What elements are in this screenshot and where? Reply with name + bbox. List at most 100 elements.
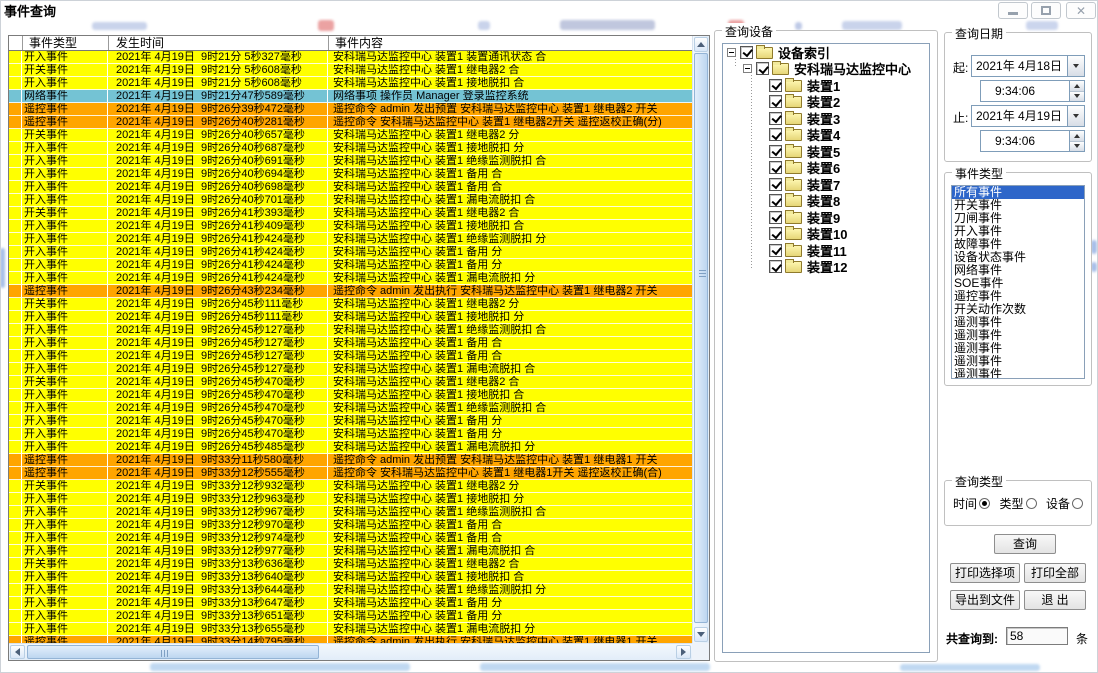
list-item-event-type[interactable]: 遥控事件 — [952, 290, 1084, 303]
table-row[interactable]: 开入事件2021年 4月19日 9时26分41秒409毫秒安科瑞马达监控中心 装… — [9, 220, 692, 233]
scroll-right-button[interactable] — [676, 645, 691, 659]
radio-button-icon[interactable] — [1026, 498, 1037, 509]
table-row[interactable]: 遥控事件2021年 4月19日 9时26分39秒472毫秒遥控命令 admin … — [9, 103, 692, 116]
column-header-time[interactable]: 发生时间 — [109, 36, 329, 50]
radio-option-unselected[interactable]: 设备 — [1046, 495, 1083, 512]
column-header-blank[interactable] — [9, 36, 23, 50]
close-button[interactable]: ✕ — [1066, 2, 1096, 19]
checked-checkbox[interactable] — [769, 79, 782, 92]
table-row[interactable]: 开入事件2021年 4月19日 9时26分45秒470毫秒安科瑞马达监控中心 装… — [9, 389, 692, 402]
table-row[interactable]: 开入事件2021年 4月19日 9时33分12秒974毫秒安科瑞马达监控中心 装… — [9, 532, 692, 545]
collapse-minus-icon[interactable] — [727, 48, 736, 57]
table-row[interactable]: 开入事件2021年 4月19日 9时26分45秒127毫秒安科瑞马达监控中心 装… — [9, 324, 692, 337]
tree-node-device[interactable]: 装置6 — [723, 160, 929, 177]
checked-checkbox[interactable] — [769, 227, 782, 240]
to-time-spinner[interactable]: 9:34:06 — [980, 130, 1085, 152]
table-row[interactable]: 开入事件2021年 4月19日 9时21分 5秒327毫秒安科瑞马达监控中心 装… — [9, 51, 692, 64]
table-row[interactable]: 开入事件2021年 4月19日 9时26分45秒127毫秒安科瑞马达监控中心 装… — [9, 363, 692, 376]
table-row[interactable]: 开入事件2021年 4月19日 9时26分45秒485毫秒安科瑞马达监控中心 装… — [9, 441, 692, 454]
exit-button[interactable]: 退 出 — [1024, 590, 1086, 610]
table-row[interactable]: 开入事件2021年 4月19日 9时33分13秒655毫秒安科瑞马达监控中心 装… — [9, 623, 692, 636]
table-row[interactable]: 遥控事件2021年 4月19日 9时33分12秒555毫秒遥控命令 安科瑞马达监… — [9, 467, 692, 480]
checked-checkbox[interactable] — [769, 128, 782, 141]
list-item-event-type[interactable]: 遥测事件 — [952, 355, 1084, 368]
checked-checkbox[interactable] — [740, 46, 753, 59]
table-row[interactable]: 开入事件2021年 4月19日 9时33分12秒977毫秒安科瑞马达监控中心 装… — [9, 545, 692, 558]
list-item-event-type[interactable]: 遥测事件 — [952, 342, 1084, 355]
query-button[interactable]: 查询 — [994, 534, 1056, 554]
to-date-dropdown-button[interactable] — [1067, 106, 1084, 126]
collapse-minus-icon[interactable] — [743, 64, 752, 73]
spin-up-button[interactable] — [1070, 131, 1084, 142]
table-row[interactable]: 开入事件2021年 4月19日 9时21分 5秒608毫秒安科瑞马达监控中心 装… — [9, 77, 692, 90]
table-row[interactable]: 开入事件2021年 4月19日 9时26分41秒424毫秒安科瑞马达监控中心 装… — [9, 272, 692, 285]
table-row[interactable]: 开入事件2021年 4月19日 9时33分12秒963毫秒安科瑞马达监控中心 装… — [9, 493, 692, 506]
table-row[interactable]: 开入事件2021年 4月19日 9时33分12秒970毫秒安科瑞马达监控中心 装… — [9, 519, 692, 532]
table-row[interactable]: 网络事件2021年 4月19日 9时21分47秒589毫秒网络事项 操作员 Ma… — [9, 90, 692, 103]
print-all-button[interactable]: 打印全部 — [1024, 563, 1086, 583]
table-row[interactable]: 开入事件2021年 4月19日 9时26分41秒424毫秒安科瑞马达监控中心 装… — [9, 259, 692, 272]
list-item-event-type[interactable]: 设备状态事件 — [952, 251, 1084, 264]
horizontal-scroll-thumb[interactable] — [27, 645, 319, 659]
table-row[interactable]: 开入事件2021年 4月19日 9时33分13秒644毫秒安科瑞马达监控中心 装… — [9, 584, 692, 597]
list-item-event-type[interactable]: 遥测事件 — [952, 329, 1084, 342]
tree-node-device[interactable]: 装置7 — [723, 176, 929, 193]
checked-checkbox[interactable] — [769, 161, 782, 174]
table-row[interactable]: 开入事件2021年 4月19日 9时26分41秒424毫秒安科瑞马达监控中心 装… — [9, 246, 692, 259]
scroll-up-button[interactable] — [694, 37, 708, 52]
scroll-down-button[interactable] — [694, 627, 708, 642]
table-row[interactable]: 开入事件2021年 4月19日 9时26分40秒694毫秒安科瑞马达监控中心 装… — [9, 168, 692, 181]
list-item-event-type[interactable]: 开关动作次数 — [952, 303, 1084, 316]
table-row[interactable]: 开入事件2021年 4月19日 9时33分13秒651毫秒安科瑞马达监控中心 装… — [9, 610, 692, 623]
vertical-scrollbar[interactable] — [692, 36, 709, 643]
list-item-event-type[interactable]: 所有事件 — [952, 186, 1084, 199]
table-row[interactable]: 开入事件2021年 4月19日 9时26分45秒470毫秒安科瑞马达监控中心 装… — [9, 402, 692, 415]
checked-checkbox[interactable] — [769, 145, 782, 158]
list-item-event-type[interactable]: 网络事件 — [952, 264, 1084, 277]
checked-checkbox[interactable] — [769, 112, 782, 125]
tree-node-device[interactable]: 装置3 — [723, 110, 929, 127]
tree-node-device[interactable]: 装置5 — [723, 143, 929, 160]
table-row[interactable]: 开入事件2021年 4月19日 9时26分45秒127毫秒安科瑞马达监控中心 装… — [9, 350, 692, 363]
scroll-left-button[interactable] — [10, 645, 25, 659]
table-row[interactable]: 开入事件2021年 4月19日 9时26分40秒691毫秒安科瑞马达监控中心 装… — [9, 155, 692, 168]
spin-up-button[interactable] — [1070, 81, 1084, 92]
table-row[interactable]: 遥控事件2021年 4月19日 9时26分40秒281毫秒遥控命令 安科瑞马达监… — [9, 116, 692, 129]
spin-down-button[interactable] — [1070, 92, 1084, 102]
print-selected-button[interactable]: 打印选择项 — [950, 563, 1020, 583]
list-item-event-type[interactable]: 遥测事件 — [952, 368, 1084, 379]
column-header-content[interactable]: 事件内容 — [329, 36, 709, 50]
tree-node-device-index[interactable]: 设备索引 — [723, 44, 929, 61]
radio-button-icon[interactable] — [1072, 498, 1083, 509]
list-item-event-type[interactable]: 刀闸事件 — [952, 212, 1084, 225]
spin-down-button[interactable] — [1070, 142, 1084, 152]
list-item-event-type[interactable]: 开入事件 — [952, 225, 1084, 238]
horizontal-scrollbar[interactable] — [9, 643, 692, 660]
maximize-button[interactable] — [1031, 2, 1061, 19]
table-row[interactable]: 开入事件2021年 4月19日 9时33分12秒967毫秒安科瑞马达监控中心 装… — [9, 506, 692, 519]
radio-option-unselected[interactable]: 类型 — [999, 495, 1036, 512]
table-row[interactable]: 开入事件2021年 4月19日 9时33分13秒640毫秒安科瑞马达监控中心 装… — [9, 571, 692, 584]
table-row[interactable]: 开关事件2021年 4月19日 9时33分12秒932毫秒安科瑞马达监控中心 装… — [9, 480, 692, 493]
tree-node-device[interactable]: 装置2 — [723, 94, 929, 111]
checked-checkbox[interactable] — [769, 178, 782, 191]
checked-checkbox[interactable] — [769, 95, 782, 108]
tree-node-device[interactable]: 装置8 — [723, 193, 929, 210]
checked-checkbox[interactable] — [769, 211, 782, 224]
radio-button-icon[interactable] — [979, 498, 990, 509]
table-row[interactable]: 开关事件2021年 4月19日 9时33分13秒636毫秒安科瑞马达监控中心 装… — [9, 558, 692, 571]
tree-node-device[interactable]: 装置1 — [723, 77, 929, 94]
minimize-button[interactable] — [998, 2, 1028, 19]
table-row[interactable]: 遥控事件2021年 4月19日 9时26分43秒234毫秒遥控命令 admin … — [9, 285, 692, 298]
checked-checkbox[interactable] — [769, 244, 782, 257]
tree-node-label[interactable]: 装置12 — [807, 257, 847, 276]
from-time-spinner[interactable]: 9:34:06 — [980, 80, 1085, 102]
list-item-event-type[interactable]: SOE事件 — [952, 277, 1084, 290]
tree-node-device[interactable]: 装置10 — [723, 226, 929, 243]
table-row[interactable]: 开关事件2021年 4月19日 9时21分 5秒608毫秒安科瑞马达监控中心 装… — [9, 64, 692, 77]
column-header-event-type[interactable]: 事件类型 — [23, 36, 109, 50]
checked-checkbox[interactable] — [769, 194, 782, 207]
table-row[interactable]: 开入事件2021年 4月19日 9时26分40秒698毫秒安科瑞马达监控中心 装… — [9, 181, 692, 194]
tree-node-device[interactable]: 装置4 — [723, 127, 929, 144]
to-date-combobox[interactable]: 2021年 4月19日 — [971, 105, 1085, 127]
